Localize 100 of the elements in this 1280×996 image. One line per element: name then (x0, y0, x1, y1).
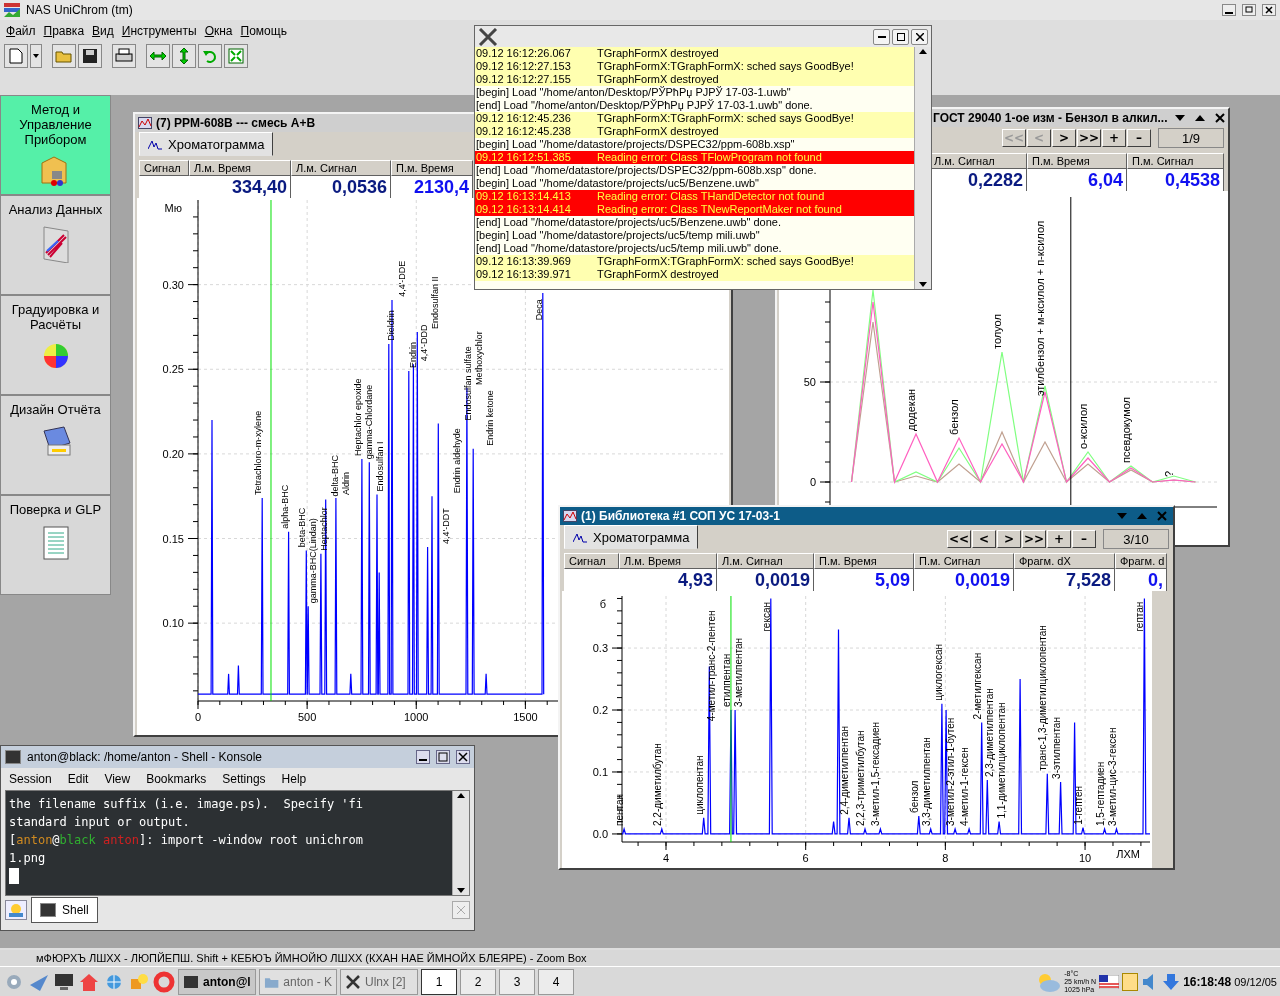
status-text: мФЮРХЪ ЛШХХ - ЛЮПЙЕПШ. Shift + КЕБЮЪ ЙМНОЙЮ ЛШХХ (КХАН НАЕ ЙМНОЙХ БЛЕЯРЕ) - Zoom Box (35, 952, 587, 964)
close-icon[interactable] (456, 750, 470, 764)
menu-item[interactable]: View (96, 772, 139, 786)
log-time: 09.12 16:12:51.385 (476, 151, 572, 164)
desktop-button[interactable]: 4 (538, 968, 574, 995)
new-session-icon[interactable] (5, 900, 27, 920)
minimize-button[interactable] (873, 28, 890, 45)
taskbar-button[interactable]: anton - K (259, 968, 337, 995)
menu-item[interactable]: Инструменты (117, 24, 201, 38)
peak-label: Endrin (408, 341, 418, 368)
x-axis-label: ЛХМ (1116, 848, 1140, 860)
peak-label: Heptachlor (319, 507, 330, 551)
menu-item[interactable]: Session (1, 772, 60, 786)
menu-item[interactable]: Правка (39, 24, 89, 38)
nav-button[interactable]: << (947, 530, 971, 548)
peak-label: Endosulfan II (430, 276, 440, 329)
y-tick-label: 0.3 (592, 642, 608, 655)
menu-item[interactable]: Окна (200, 24, 237, 38)
zoom-vertical-button[interactable] (172, 44, 196, 68)
up-arrow-icon[interactable] (456, 791, 466, 799)
y-tick-label: 0.1 (592, 766, 608, 778)
peak-label: 2,2-диметилбутан (651, 743, 663, 826)
peak-label: 1,5-гептадиен (1094, 761, 1106, 826)
peak-label: 1,1-диметилциклопентан (995, 702, 1007, 819)
nav-button[interactable]: + (1047, 530, 1071, 548)
menu-item[interactable]: Bookmarks (138, 772, 215, 786)
close-button[interactable] (911, 28, 928, 45)
peak-label: етилпентан (720, 653, 732, 707)
menu-item[interactable]: Settings (214, 772, 274, 786)
peak-label: 3-метилпентан (732, 637, 744, 707)
sidebar-item[interactable]: Дизайн Отчёта (0, 395, 111, 495)
sidebar-item[interactable]: Анализ Данных (0, 195, 111, 295)
menu-item[interactable]: Вид (88, 24, 118, 38)
nav-button[interactable]: >> (1022, 530, 1046, 548)
nav-button[interactable]: < (972, 530, 996, 548)
down-arrow-icon[interactable] (456, 887, 466, 895)
lifebuoy-icon[interactable] (153, 970, 175, 993)
taskbar-button[interactable]: Ulnx [2] (340, 968, 418, 995)
log-message: TGraphFormX destroyed (597, 125, 719, 138)
chromatogram-tab[interactable]: Хроматограмма (564, 525, 699, 549)
peak-label: Tetrachloro-m-xylene (253, 410, 264, 495)
window-title: ГОСТ 29040 1-ое изм - Бензол в алкил... (933, 111, 1168, 125)
menu-item[interactable]: Help (273, 772, 315, 786)
restore-icon[interactable] (1242, 4, 1256, 16)
new-document-button[interactable] (4, 44, 28, 68)
terminal-output[interactable]: the filename suffix (i.e. image.ps). Specify 'fi standard input or output. [anton@black anton]: import -window root unichrom 1.png (6, 791, 452, 895)
log-message: [begin] Load "/home/datastore/projects/uc5/Benzene.uwb" (476, 177, 759, 190)
clock[interactable]: 16:18:48 (1183, 974, 1232, 989)
scrollbar[interactable] (914, 47, 931, 289)
print-button[interactable] (112, 44, 136, 68)
cursor-line[interactable] (1070, 196, 1072, 508)
sidebar-item[interactable]: Метод и Управление Прибором (0, 95, 111, 195)
terminal-text: anton (16, 832, 53, 849)
minimize-icon[interactable] (416, 750, 430, 764)
undo-button[interactable] (198, 44, 222, 68)
peak-label: 3-метил-цис-3-гексен (1106, 727, 1118, 826)
nav-button[interactable]: > (1052, 129, 1076, 147)
nav-button[interactable]: > (997, 530, 1021, 548)
peak-label: Aldrin (341, 471, 352, 495)
zoom-horizontal-button[interactable] (146, 44, 170, 68)
menu-item[interactable]: Помощь (236, 24, 291, 38)
log-message: TGraphFormX destroyed (597, 73, 719, 86)
taskbar-button[interactable]: anton@l (178, 968, 256, 995)
maximize-icon (896, 32, 905, 41)
log-time: 09.12 16:12:27.155 (476, 73, 572, 86)
menu-item[interactable]: Edit (59, 772, 97, 786)
peak-label: 4,4'-DDT (441, 508, 451, 544)
nav-button[interactable]: – (1072, 530, 1096, 548)
chromatogram-tab[interactable]: Хроматограмма (139, 132, 274, 156)
menu-item[interactable]: Файл (2, 24, 40, 38)
desktop-button[interactable]: 2 (460, 968, 496, 995)
save-button[interactable] (78, 44, 102, 68)
nav-button[interactable]: >> (1077, 129, 1101, 147)
marker-value: 4,93 (619, 569, 717, 591)
fit-button[interactable] (224, 44, 248, 68)
y-axis-label: б (599, 598, 606, 610)
flag-icon[interactable] (1099, 974, 1120, 989)
x-tick-label: 4 (662, 852, 670, 864)
peak-label: delta-BHC (330, 455, 341, 497)
peak-label: этилбензол + м-ксилол + п-ксилол (1033, 220, 1046, 397)
window-title: (1) Библиотека #1 СОП УС 17-03-1 (581, 509, 781, 523)
maximize-button[interactable] (892, 28, 909, 45)
session-tab[interactable]: Shell (31, 897, 98, 923)
nav-button[interactable]: – (1127, 129, 1151, 147)
peak-label: 4,4'-DDE (397, 260, 407, 297)
sidebar-item[interactable]: Градуировка и Расчёты (0, 295, 111, 395)
minimize-icon[interactable] (1222, 4, 1236, 16)
close-icon[interactable] (1262, 4, 1276, 16)
desktop-button[interactable]: 1 (421, 968, 457, 995)
dropdown-button[interactable] (30, 44, 42, 68)
up-arrow-icon[interactable] (918, 47, 928, 55)
log-message: Reading error: Class TNewReportMaker not found (597, 203, 842, 216)
nav-button[interactable]: + (1102, 129, 1126, 147)
peak-label: пентан (614, 793, 626, 826)
sidebar-item[interactable]: Поверка и GLP (0, 495, 111, 595)
log-message: [end] Load "/home/datastore/projects/DSPEC32/ppm-608b.xsp" done. (476, 164, 817, 177)
down-arrow-icon[interactable] (918, 281, 928, 289)
y-axis-label: Мю (164, 202, 182, 214)
desktop-button[interactable]: 3 (499, 968, 535, 995)
column-header: Л.м. Сигнал (717, 553, 814, 569)
